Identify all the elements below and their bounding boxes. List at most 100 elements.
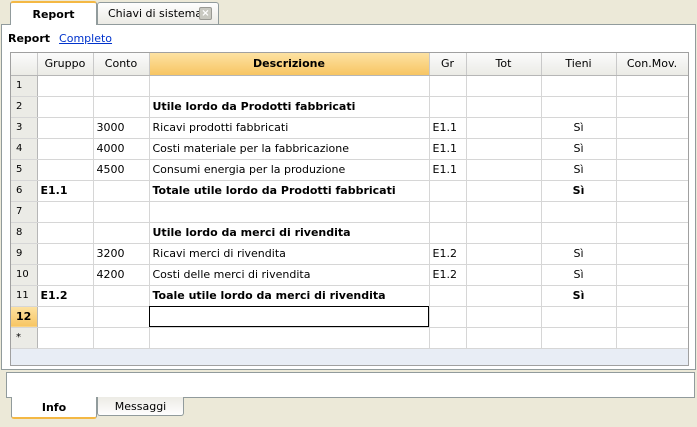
cell-gr[interactable] xyxy=(429,75,467,97)
cell-tot[interactable] xyxy=(466,222,542,244)
row-number[interactable]: 11 xyxy=(11,285,38,307)
cell-descrizione[interactable]: Totale utile lordo da Prodotti fabbricat… xyxy=(149,180,430,202)
cell-descrizione[interactable]: Utile lordo da Prodotti fabbricati xyxy=(149,96,430,118)
view-link-completo[interactable]: Completo xyxy=(59,32,112,45)
cell-conmov[interactable] xyxy=(616,306,688,328)
cell-gr[interactable] xyxy=(429,180,467,202)
cell-tot[interactable] xyxy=(466,285,542,307)
row-number[interactable]: 5 xyxy=(11,159,38,181)
row-number[interactable]: 3 xyxy=(11,117,38,139)
column-header-tot[interactable]: Tot xyxy=(466,53,542,76)
cell-conmov[interactable] xyxy=(616,96,688,118)
cell-gruppo[interactable]: E1.2 xyxy=(37,285,94,307)
cell-gruppo[interactable] xyxy=(37,138,94,160)
cell-gruppo[interactable] xyxy=(37,327,94,349)
cell-conto[interactable] xyxy=(93,306,150,328)
cell-gr[interactable]: E1.1 xyxy=(429,117,467,139)
row-number[interactable]: 9 xyxy=(11,243,38,265)
column-header-gr[interactable]: Gr xyxy=(429,53,467,76)
cell-tieni[interactable] xyxy=(541,201,617,223)
tab-info[interactable]: Info xyxy=(11,397,97,419)
cell-gr[interactable] xyxy=(429,96,467,118)
cell-conto[interactable]: 4200 xyxy=(93,264,150,286)
cell-conto[interactable]: 4500 xyxy=(93,159,150,181)
cell-conmov[interactable] xyxy=(616,222,688,244)
cell-tieni[interactable] xyxy=(541,327,617,349)
cell-tieni[interactable]: Sì xyxy=(541,243,617,265)
cell-descrizione[interactable]: Ricavi prodotti fabbricati xyxy=(149,117,430,139)
cell-conto[interactable] xyxy=(93,327,150,349)
cell-gr[interactable] xyxy=(429,222,467,244)
table-row[interactable]: 4 4000 Costi materiale per la fabbricazi… xyxy=(11,138,688,160)
table-row[interactable]: 1 xyxy=(11,75,688,97)
cell-tot[interactable] xyxy=(466,180,542,202)
cell-conmov[interactable] xyxy=(616,117,688,139)
cell-conto[interactable] xyxy=(93,201,150,223)
row-number[interactable]: 4 xyxy=(11,138,38,160)
cell-tot[interactable] xyxy=(466,264,542,286)
close-icon[interactable]: × xyxy=(199,7,212,20)
row-number[interactable]: 2 xyxy=(11,96,38,118)
cell-tieni[interactable]: Sì xyxy=(541,264,617,286)
cell-descrizione-selected[interactable] xyxy=(149,306,430,328)
tab-messaggi[interactable]: Messaggi xyxy=(97,397,184,416)
cell-tot[interactable] xyxy=(466,243,542,265)
cell-gruppo[interactable] xyxy=(37,243,94,265)
column-header-tieni[interactable]: Tieni xyxy=(541,53,617,76)
table-row[interactable]: 10 4200 Costi delle merci di rivendita E… xyxy=(11,264,688,286)
cell-tot[interactable] xyxy=(466,327,542,349)
cell-conto[interactable] xyxy=(93,75,150,97)
cell-descrizione[interactable]: Toale utile lordo da merci di rivendita xyxy=(149,285,430,307)
tab-report[interactable]: Report xyxy=(10,1,97,25)
row-number[interactable]: 6 xyxy=(11,180,38,202)
cell-gr[interactable]: E1.2 xyxy=(429,243,467,265)
cell-gr[interactable]: E1.1 xyxy=(429,138,467,160)
row-number[interactable]: 8 xyxy=(11,222,38,244)
cell-tot[interactable] xyxy=(466,159,542,181)
cell-conmov[interactable] xyxy=(616,75,688,97)
cell-conto[interactable] xyxy=(93,180,150,202)
cell-descrizione[interactable]: Utile lordo da merci di rivendita xyxy=(149,222,430,244)
row-number[interactable]: 7 xyxy=(11,201,38,223)
cell-tot[interactable] xyxy=(466,306,542,328)
table-row[interactable]: 6 E1.1 Totale utile lordo da Prodotti fa… xyxy=(11,180,688,202)
table-row[interactable]: 9 3200 Ricavi merci di rivendita E1.2 Sì xyxy=(11,243,688,265)
cell-conto[interactable] xyxy=(93,285,150,307)
cell-conmov[interactable] xyxy=(616,138,688,160)
table-row-current[interactable]: 12 xyxy=(11,306,688,328)
cell-tieni[interactable] xyxy=(541,222,617,244)
cell-tot[interactable] xyxy=(466,138,542,160)
cell-tieni[interactable] xyxy=(541,96,617,118)
row-number-current[interactable]: 12 xyxy=(11,306,38,328)
row-number[interactable]: 10 xyxy=(11,264,38,286)
cell-descrizione[interactable] xyxy=(149,201,430,223)
table-row[interactable]: 2 Utile lordo da Prodotti fabbricati xyxy=(11,96,688,118)
cell-gruppo[interactable] xyxy=(37,117,94,139)
column-header-gruppo[interactable]: Gruppo xyxy=(37,53,94,76)
row-number-new[interactable]: * xyxy=(11,327,38,349)
cell-conto[interactable] xyxy=(93,96,150,118)
cell-gr[interactable] xyxy=(429,306,467,328)
cell-descrizione[interactable]: Costi delle merci di rivendita xyxy=(149,264,430,286)
cell-gr[interactable] xyxy=(429,327,467,349)
cell-tieni[interactable]: Sì xyxy=(541,159,617,181)
cell-descrizione[interactable] xyxy=(149,75,430,97)
cell-descrizione[interactable] xyxy=(149,327,430,349)
column-header-conmov[interactable]: Con.Mov. xyxy=(616,53,688,76)
cell-conto[interactable] xyxy=(93,222,150,244)
table-row[interactable]: 7 xyxy=(11,201,688,223)
tab-chiavi-di-sistema[interactable]: Chiavi di sistema × xyxy=(97,2,219,24)
cell-descrizione[interactable]: Ricavi merci di rivendita xyxy=(149,243,430,265)
cell-conmov[interactable] xyxy=(616,264,688,286)
table-row[interactable]: 11 E1.2 Toale utile lordo da merci di ri… xyxy=(11,285,688,307)
cell-tieni[interactable]: Sì xyxy=(541,138,617,160)
report-table[interactable]: Gruppo Conto Descrizione Gr Tot Tieni Co… xyxy=(10,52,689,366)
cell-tot[interactable] xyxy=(466,201,542,223)
cell-gruppo[interactable] xyxy=(37,264,94,286)
cell-conmov[interactable] xyxy=(616,327,688,349)
cell-gruppo[interactable] xyxy=(37,201,94,223)
table-row[interactable]: 5 4500 Consumi energia per la produzione… xyxy=(11,159,688,181)
cell-tot[interactable] xyxy=(466,75,542,97)
cell-gruppo[interactable] xyxy=(37,306,94,328)
cell-tieni[interactable]: Sì xyxy=(541,117,617,139)
